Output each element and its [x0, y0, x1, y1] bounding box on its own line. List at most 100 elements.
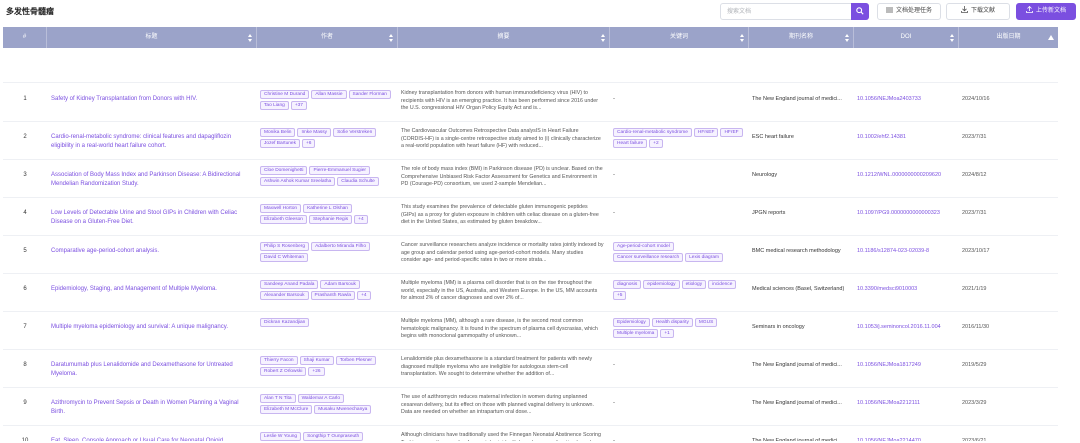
keyword-tag[interactable]: diagnosis	[613, 280, 642, 289]
table-row[interactable]: 3 Association of Body Mass Index and Park…	[3, 160, 1058, 198]
document-title-link[interactable]: Comparative age-period-cohort analysis.	[47, 236, 255, 274]
table-row[interactable]: 4 Low Levels of Detectable Urine and Stoo…	[3, 198, 1058, 236]
keyword-tag[interactable]: Multiple myeloma	[613, 329, 659, 338]
more-keywords-tag[interactable]: +1	[660, 329, 674, 338]
author-tag[interactable]: David C Whiteman	[260, 253, 308, 262]
document-title-link[interactable]: Epidemiology, Staging, and Management of…	[47, 274, 255, 312]
sort-icon[interactable]	[845, 34, 849, 42]
author-tag[interactable]: Pierre-Emmanuel Sugier	[309, 166, 370, 175]
author-tag[interactable]: Jozef Bartunek	[260, 139, 300, 148]
document-title-link[interactable]: Safety of Kidney Transplantation from Do…	[47, 84, 255, 122]
author-tag[interactable]: Prashanth Rawla	[310, 291, 356, 300]
doi-link[interactable]: 10.1056/NEJMoa2403733	[854, 84, 957, 122]
sort-icon[interactable]	[740, 34, 744, 42]
author-tag[interactable]: Elizabeth M McClure	[260, 405, 313, 414]
column-header-authors[interactable]: 作者	[257, 27, 398, 48]
table-row[interactable]: 7 Multiple myeloma epidemiology and survi…	[3, 312, 1058, 350]
search-button[interactable]	[851, 3, 869, 20]
sort-icon[interactable]	[248, 34, 252, 42]
author-tag[interactable]: Alan T N Tita	[260, 394, 296, 403]
document-title-link[interactable]: Multiple myeloma epidemiology and surviv…	[47, 312, 255, 350]
more-authors-tag[interactable]: +37	[290, 101, 307, 110]
author-tag[interactable]: Thierry Facon	[260, 356, 298, 365]
document-title-link[interactable]: Association of Body Mass Index and Parki…	[47, 160, 255, 198]
doi-link[interactable]: 10.1212/WNL.0000000000209620	[854, 160, 957, 198]
keyword-tag[interactable]: HFrEF	[720, 128, 743, 137]
author-tag[interactable]: Dickran Kazandjian	[260, 318, 310, 327]
doi-link[interactable]: 10.1056/NEJMoa2212111	[854, 388, 957, 426]
author-tag[interactable]: Adam Barsouk	[320, 280, 360, 289]
upload-button[interactable]: 上传新文档	[1016, 3, 1076, 20]
keyword-tag[interactable]: etiology	[681, 280, 707, 289]
document-title-link[interactable]: Azithromycin to Prevent Sepsis or Death …	[47, 388, 255, 426]
table-row[interactable]: 2 Cardio-renal-metabolic syndrome: clinic…	[3, 122, 1058, 160]
doi-link[interactable]: 10.1002/ehf2.14381	[854, 122, 957, 160]
keyword-tag[interactable]: Age-period-cohort model	[613, 242, 674, 251]
keyword-tag[interactable]: Epidemiology	[613, 318, 650, 327]
author-tag[interactable]: Monika Belin	[260, 128, 296, 137]
more-authors-tag[interactable]: +26	[308, 367, 325, 376]
table-row[interactable]: 5 Comparative age-period-cohort analysis.…	[3, 236, 1058, 274]
keyword-tag[interactable]: Cardio-renal-metabolic syndrome	[613, 128, 692, 137]
table-row[interactable]: 8 Daratumumab plus Lenalidomide and Dexam…	[3, 350, 1058, 388]
author-tag[interactable]: Elizabeth Gleeson	[260, 215, 307, 224]
column-header-abstract[interactable]: 摘要	[398, 27, 610, 48]
more-authors-tag[interactable]: +4	[354, 215, 368, 224]
sort-icon[interactable]	[389, 34, 393, 42]
keyword-tag[interactable]: incidence	[708, 280, 737, 289]
table-row[interactable]: 10 Eat, Sleep, Console Approach or Usual …	[3, 426, 1058, 441]
more-keywords-tag[interactable]: +5	[613, 291, 627, 300]
author-tag[interactable]: Tao Liang	[260, 101, 289, 110]
doi-link[interactable]: 10.1097/PG9.0000000000000323	[854, 198, 957, 236]
document-title-link[interactable]: Eat, Sleep, Console Approach or Usual Ca…	[47, 426, 255, 441]
sort-icon[interactable]	[950, 34, 954, 42]
keyword-tag[interactable]: Heart failure	[613, 139, 648, 148]
more-authors-tag[interactable]: +4	[357, 291, 371, 300]
author-tag[interactable]: Allan Massie	[311, 90, 347, 99]
author-tag[interactable]: Musaku Mwenechanya	[314, 405, 372, 414]
sort-icon[interactable]	[601, 34, 605, 42]
document-title-link[interactable]: Low Levels of Detectable Urine and Stool…	[47, 198, 255, 236]
keyword-tag[interactable]: HFrsEF	[693, 128, 719, 137]
author-tag[interactable]: Shaji Kumar	[299, 356, 334, 365]
author-tag[interactable]: Cloe Domenighetti	[260, 166, 308, 175]
column-header-keywords[interactable]: 关键词	[610, 27, 749, 48]
author-tag[interactable]: Robert Z Orlowski	[260, 367, 307, 376]
column-header-journal[interactable]: 期刊名称	[749, 27, 854, 48]
document-title-link[interactable]: Cardio-renal-metabolic syndrome: clinica…	[47, 122, 255, 160]
keyword-tag[interactable]: epidemiology	[643, 280, 680, 289]
keyword-tag[interactable]: MGUS	[694, 318, 718, 327]
doi-link[interactable]: 10.1053/j.seminoncol.2016.11.004	[854, 312, 957, 350]
author-tag[interactable]: Claudia Schulte	[337, 177, 379, 186]
author-tag[interactable]: Songthip T Ounpraseuth	[303, 432, 364, 441]
more-keywords-tag[interactable]: +2	[649, 139, 663, 148]
author-tag[interactable]: Maxwell Horton	[260, 204, 302, 213]
author-tag[interactable]: Torben Plesner	[335, 356, 376, 365]
author-tag[interactable]: Leslie W Young	[260, 432, 302, 441]
author-tag[interactable]: Alexander Barsouk	[260, 291, 309, 300]
table-row[interactable]: 9 Azithromycin to Prevent Sepsis or Death…	[3, 388, 1058, 426]
column-header-title[interactable]: 标题	[47, 27, 257, 48]
author-tag[interactable]: Katherine L Olshan	[303, 204, 352, 213]
document-tasks-button[interactable]: 文档处理任务	[877, 3, 941, 20]
author-tag[interactable]: Christine M Durand	[260, 90, 310, 99]
scroll-up-icon[interactable]	[1048, 35, 1054, 40]
author-tag[interactable]: Philip S Rosenberg	[260, 242, 310, 251]
column-header-date[interactable]: 出版日期	[959, 27, 1058, 48]
search-input[interactable]	[727, 7, 845, 17]
keyword-tag[interactable]: Health disparity	[651, 318, 693, 327]
table-row[interactable]: 1 Safety of Kidney Transplantation from D…	[3, 84, 1058, 122]
author-tag[interactable]: Sofie Verstreken	[333, 128, 377, 137]
download-button[interactable]: 下载文献	[946, 3, 1010, 20]
author-tag[interactable]: Waldemar A Carlo	[297, 394, 345, 403]
author-tag[interactable]: Ashwin Ashok Kumar Sreelatha	[260, 177, 336, 186]
keyword-tag[interactable]: Lexis diagram	[685, 253, 723, 262]
table-row[interactable]: 6 Epidemiology, Staging, and Management o…	[3, 274, 1058, 312]
column-header-doi[interactable]: DOI	[854, 27, 959, 48]
doi-link[interactable]: 10.1056/NEJMoa1817249	[854, 350, 957, 388]
doi-link[interactable]: 10.1056/NEJMoa2214470	[854, 426, 957, 441]
author-tag[interactable]: Sander Florman	[348, 90, 391, 99]
more-authors-tag[interactable]: +6	[302, 139, 316, 148]
author-tag[interactable]: Stephanie Regis	[308, 215, 353, 224]
doi-link[interactable]: 10.1186/s12874-023-02039-8	[854, 236, 957, 274]
